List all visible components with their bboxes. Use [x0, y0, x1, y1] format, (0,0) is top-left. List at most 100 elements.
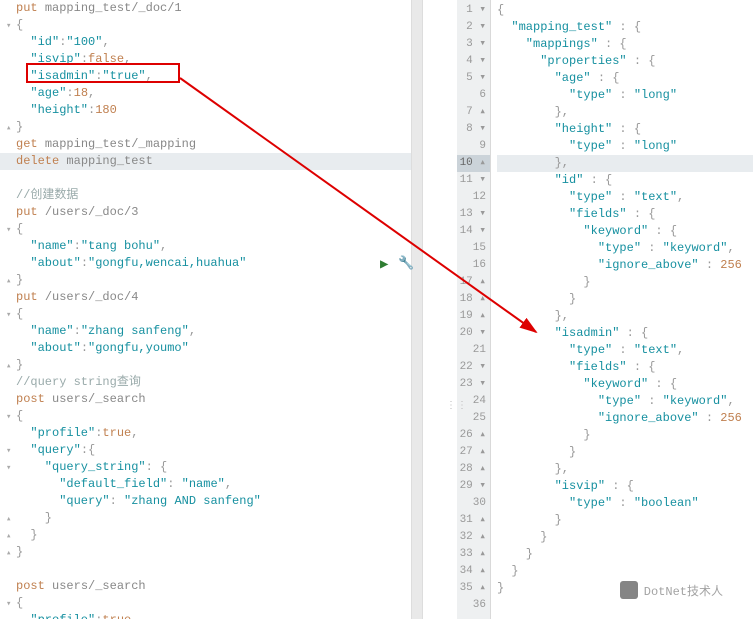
play-icon[interactable]: ▶: [380, 256, 388, 273]
code-line[interactable]: put /users/_doc/3: [0, 204, 411, 221]
code-line[interactable]: "age" : {: [497, 70, 753, 87]
resize-handle-icon[interactable]: ⋮⋮: [446, 400, 468, 412]
code-line[interactable]: ▾{: [0, 408, 411, 425]
code-line[interactable]: [0, 561, 411, 578]
line-number: 34 ▴: [457, 563, 490, 580]
wrench-icon[interactable]: 🔧: [398, 256, 414, 271]
code-line[interactable]: "properties" : {: [497, 53, 753, 70]
fold-toggle-icon[interactable]: ▾: [6, 409, 16, 426]
code-line[interactable]: "type" : "keyword",: [497, 240, 753, 257]
code-line[interactable]: "isadmin":"true",: [0, 68, 411, 85]
fold-toggle-icon[interactable]: ▴: [6, 528, 16, 545]
code-line[interactable]: ▾{: [0, 221, 411, 238]
fold-toggle-icon[interactable]: ▾: [6, 460, 16, 477]
code-line[interactable]: put mapping_test/_doc/1: [0, 0, 411, 17]
code-line[interactable]: "type" : "long": [497, 87, 753, 104]
fold-toggle-icon[interactable]: ▾: [6, 443, 16, 460]
code-line[interactable]: //创建数据: [0, 187, 411, 204]
fold-toggle-icon[interactable]: ▴: [6, 273, 16, 290]
response-code[interactable]: { "mapping_test" : { "mappings" : { "pro…: [491, 0, 753, 619]
code-line[interactable]: "isadmin" : {: [497, 325, 753, 342]
code-line[interactable]: [0, 170, 411, 187]
fold-toggle-icon[interactable]: ▴: [6, 120, 16, 137]
code-line[interactable]: ▾{: [0, 595, 411, 612]
code-line[interactable]: ▴}: [0, 272, 411, 289]
code-line[interactable]: }: [497, 529, 753, 546]
line-number: 28 ▴: [457, 461, 490, 478]
code-line[interactable]: }: [497, 546, 753, 563]
code-line[interactable]: }: [497, 427, 753, 444]
code-line[interactable]: post users/_search: [0, 391, 411, 408]
line-number: 36: [457, 597, 490, 614]
code-line[interactable]: "age":18,: [0, 85, 411, 102]
code-line[interactable]: "ignore_above" : 256: [497, 257, 753, 274]
code-line[interactable]: "ignore_above" : 256: [497, 410, 753, 427]
line-number: 13 ▾: [457, 206, 490, 223]
fold-toggle-icon[interactable]: ▾: [6, 222, 16, 239]
response-viewer[interactable]: 1 ▾2 ▾3 ▾4 ▾5 ▾67 ▴8 ▾910 ▴11 ▾1213 ▾14 …: [457, 0, 753, 619]
code-line[interactable]: }: [497, 274, 753, 291]
code-line[interactable]: ▴}: [0, 119, 411, 136]
line-number: 23 ▾: [457, 376, 490, 393]
code-line[interactable]: {: [497, 2, 753, 19]
fold-toggle-icon[interactable]: ▴: [6, 511, 16, 528]
code-line[interactable]: "type" : "keyword",: [497, 393, 753, 410]
code-line[interactable]: }: [497, 563, 753, 580]
code-line[interactable]: "height":180: [0, 102, 411, 119]
code-line[interactable]: "type" : "long": [497, 138, 753, 155]
fold-toggle-icon[interactable]: ▾: [6, 18, 16, 35]
code-line[interactable]: "query": "zhang AND sanfeng": [0, 493, 411, 510]
code-line[interactable]: "keyword" : {: [497, 376, 753, 393]
code-line[interactable]: "isvip":false,: [0, 51, 411, 68]
code-line[interactable]: "name":"tang bohu",: [0, 238, 411, 255]
code-line[interactable]: ▴ }: [0, 510, 411, 527]
code-line[interactable]: },: [497, 308, 753, 325]
code-line[interactable]: "height" : {: [497, 121, 753, 138]
code-line[interactable]: delete mapping_test: [0, 153, 411, 170]
fold-toggle-icon[interactable]: ▾: [6, 307, 16, 324]
code-line[interactable]: },: [497, 461, 753, 478]
code-line[interactable]: "fields" : {: [497, 359, 753, 376]
code-line[interactable]: ▾{: [0, 17, 411, 34]
fold-toggle-icon[interactable]: ▾: [6, 596, 16, 613]
code-line[interactable]: "mapping_test" : {: [497, 19, 753, 36]
code-line[interactable]: "about":"gongfu,youmo": [0, 340, 411, 357]
code-line[interactable]: }: [497, 444, 753, 461]
line-number: 15: [457, 240, 490, 257]
fold-toggle-icon[interactable]: ▴: [6, 358, 16, 375]
code-line[interactable]: ▾ "query_string": {: [0, 459, 411, 476]
code-line[interactable]: ▴}: [0, 544, 411, 561]
code-line[interactable]: "keyword" : {: [497, 223, 753, 240]
code-line[interactable]: //query string查询: [0, 374, 411, 391]
code-line[interactable]: "type" : "boolean": [497, 495, 753, 512]
code-line[interactable]: },: [497, 155, 753, 172]
code-line[interactable]: "isvip" : {: [497, 478, 753, 495]
code-line[interactable]: }: [497, 512, 753, 529]
code-line[interactable]: "profile":true,: [0, 612, 411, 619]
line-number: 25: [457, 410, 490, 427]
code-line[interactable]: "profile":true,: [0, 425, 411, 442]
code-line[interactable]: "default_field": "name",: [0, 476, 411, 493]
code-line[interactable]: [497, 597, 753, 614]
code-line[interactable]: ▴ }: [0, 527, 411, 544]
request-editor[interactable]: put mapping_test/_doc/1▾{ "id":"100", "i…: [0, 0, 412, 619]
watermark-icon: [620, 581, 638, 599]
code-line[interactable]: }: [497, 291, 753, 308]
line-number: 2 ▾: [457, 19, 490, 36]
code-line[interactable]: "name":"zhang sanfeng",: [0, 323, 411, 340]
code-line[interactable]: "mappings" : {: [497, 36, 753, 53]
code-line[interactable]: "type" : "text",: [497, 189, 753, 206]
code-line[interactable]: ▾{: [0, 306, 411, 323]
code-line[interactable]: post users/_search: [0, 578, 411, 595]
code-line[interactable]: },: [497, 104, 753, 121]
code-line[interactable]: put /users/_doc/4: [0, 289, 411, 306]
code-line[interactable]: "id" : {: [497, 172, 753, 189]
code-line[interactable]: get mapping_test/_mapping: [0, 136, 411, 153]
code-line[interactable]: "type" : "text",: [497, 342, 753, 359]
code-line[interactable]: "id":"100",: [0, 34, 411, 51]
code-line[interactable]: "fields" : {: [497, 206, 753, 223]
code-line[interactable]: "about":"gongfu,wencai,huahua": [0, 255, 411, 272]
fold-toggle-icon[interactable]: ▴: [6, 545, 16, 562]
code-line[interactable]: ▾ "query":{: [0, 442, 411, 459]
code-line[interactable]: ▴}: [0, 357, 411, 374]
